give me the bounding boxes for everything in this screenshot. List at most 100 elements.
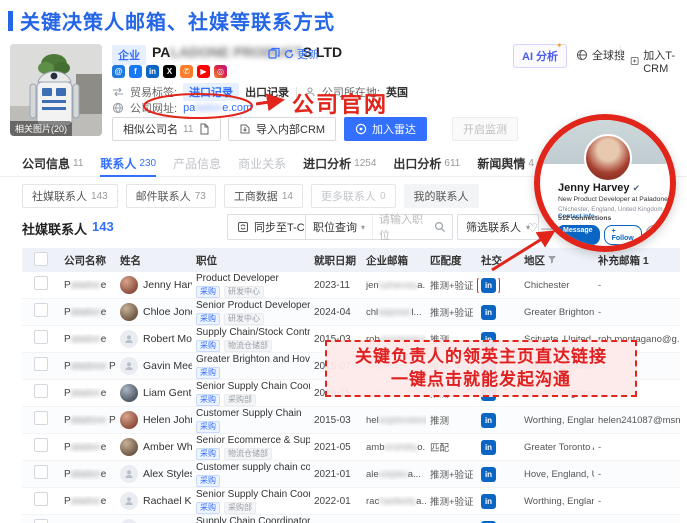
cell-company: Paladone: [60, 307, 116, 318]
import-record-tag[interactable]: 进口记录: [183, 83, 239, 101]
cell-company: Paladone: [60, 469, 116, 480]
email-masked: alexstylesa...: [366, 469, 421, 480]
row-checkbox[interactable]: [34, 384, 48, 398]
search-icon[interactable]: [434, 221, 446, 233]
instagram-icon[interactable]: ◎: [214, 65, 227, 78]
tag-采购: 采购: [196, 448, 220, 460]
cell-position: Greater Brighton and Hove Area采购: [192, 354, 310, 379]
tab-新闻舆情[interactable]: 新闻舆情4: [477, 150, 534, 176]
cell-social: in: [477, 467, 520, 482]
chip-社媒联系人[interactable]: 社媒联系人143: [22, 184, 118, 208]
contact-name-text: Helen Johnstone: [143, 414, 192, 426]
linkedin-icon[interactable]: in: [146, 65, 159, 78]
linkedin-icon[interactable]: in: [481, 440, 496, 455]
tag-采购: 采购: [196, 340, 220, 352]
cell-region: Greater Brighton a...: [520, 307, 594, 318]
row-checkbox[interactable]: [34, 411, 48, 425]
more-button[interactable]: More: [646, 225, 676, 245]
company-name-masked: Paladone: [64, 496, 106, 507]
copy-icon[interactable]: [268, 46, 280, 64]
text-blurred: oejones: [378, 307, 411, 318]
linkedin-icon[interactable]: in: [481, 413, 496, 428]
email-masked: rachaelkellya...: [366, 496, 426, 507]
export-record-tag[interactable]: 出口记录: [245, 84, 289, 100]
chip-工商数据[interactable]: 工商数据14: [224, 184, 303, 208]
facebook-icon[interactable]: f: [129, 65, 142, 78]
filter-contacts-label: 筛选联系人: [466, 219, 521, 235]
text-blurred: aladon: [71, 334, 101, 345]
import-crm-button[interactable]: 导入内部CRM: [228, 117, 336, 141]
add-radar-button[interactable]: 加入雷达: [344, 117, 427, 141]
web-icon[interactable]: @: [112, 65, 125, 78]
tab-商业关系[interactable]: 商业关系: [238, 150, 286, 176]
phone-icon[interactable]: ✆: [180, 65, 193, 78]
row-checkbox[interactable]: [34, 438, 48, 452]
similar-company-button[interactable]: 相似公司名 11: [112, 117, 221, 141]
linkedin-icon[interactable]: in: [481, 305, 496, 320]
text-blurred: aladon: [71, 496, 101, 507]
company-name-masked: Paladone: [64, 334, 106, 345]
company-website-link[interactable]: paladone.com: [183, 102, 252, 114]
row-checkbox[interactable]: [34, 492, 48, 506]
chip-我的联系人[interactable]: 我的联系人: [404, 184, 479, 208]
cell-position: Product Developer采购研发中心: [192, 273, 310, 298]
row-checkbox[interactable]: [34, 357, 48, 371]
company-photo[interactable]: 相关图片(20): [10, 44, 102, 136]
contact-type-chips: 社媒联系人143 邮件联系人73 工商数据14 更多联系人0 我的联系人: [22, 184, 479, 208]
trade-tag-icon: [112, 86, 124, 98]
header-label: 社交: [481, 255, 502, 267]
linkedin-connections[interactable]: 512 connections: [558, 215, 611, 222]
linkedin-icon[interactable]: in: [481, 467, 496, 482]
text-visible-prefix: P: [64, 307, 71, 318]
row-checkbox[interactable]: [34, 276, 48, 290]
tab-联系人[interactable]: 联系人230: [100, 150, 156, 176]
global-search-button[interactable]: 全球搜: [576, 47, 625, 63]
tag-采购: 采购: [196, 475, 220, 487]
row-checkbox[interactable]: [34, 519, 48, 523]
refresh-update-button[interactable]: 更新: [284, 46, 319, 62]
join-tcrm-button[interactable]: 加入T-CRM: [630, 47, 687, 75]
cell-company: Paladone: [60, 496, 116, 507]
row-checkbox[interactable]: [34, 303, 48, 317]
text-visible-prefix: rac: [366, 496, 379, 507]
linkedin-icon[interactable]: in: [481, 494, 496, 509]
position-title: Senior Ecommerce & Supply Cha...: [196, 435, 306, 447]
tab-公司信息[interactable]: 公司信息11: [22, 150, 83, 176]
cell-company: Paladone Produc...: [60, 361, 116, 372]
text-blurred: aladone: [71, 415, 107, 426]
tab-进口分析[interactable]: 进口分析1254: [303, 150, 376, 176]
photo-caption[interactable]: 相关图片(20): [10, 121, 72, 136]
select-all-checkbox[interactable]: [34, 252, 48, 266]
cell-company-email: amberwhittyo...: [362, 442, 426, 453]
linkedin-buttons: Message + Follow More: [556, 225, 676, 245]
follow-button[interactable]: + Follow: [604, 225, 642, 245]
contact-name-text: Amber Whitty: [143, 441, 192, 453]
monitor-button[interactable]: 开启监测: [452, 117, 518, 141]
tab-出口分析[interactable]: 出口分析611: [393, 150, 460, 176]
cell-contact-name: Alex Styles: [116, 465, 192, 483]
website-hidden: ladon: [195, 102, 222, 114]
message-button[interactable]: Message: [556, 225, 600, 245]
youtube-icon[interactable]: ▶: [197, 65, 210, 78]
chip-label: 邮件联系人: [136, 188, 191, 204]
refresh-icon: [284, 49, 294, 59]
chip-更多联系人[interactable]: 更多联系人0: [311, 184, 396, 208]
row-checkbox[interactable]: [34, 330, 48, 344]
position-query-dropdown[interactable]: 职位查询 ▾: [306, 215, 373, 239]
x-icon[interactable]: X: [163, 65, 176, 78]
avatar: [120, 492, 138, 510]
tab-产品信息[interactable]: 产品信息: [173, 150, 221, 176]
official-site-callout: 公司官网: [292, 87, 388, 119]
linkedin-icon[interactable]: in: [481, 278, 496, 293]
funnel-icon[interactable]: [548, 256, 556, 264]
header-label: 地区: [524, 255, 545, 267]
row-checkbox[interactable]: [34, 465, 48, 479]
cell-select: [22, 330, 60, 349]
text-visible-prefix: P: [64, 334, 71, 345]
position-search-input[interactable]: 请输入职位: [373, 211, 434, 243]
chip-邮件联系人[interactable]: 邮件联系人73: [126, 184, 216, 208]
chip-count: 0: [380, 191, 386, 202]
tab-label: 进口分析: [303, 155, 351, 172]
cell-match-level: 推测+验证: [426, 278, 477, 292]
tag-采购: 采购: [196, 286, 220, 298]
